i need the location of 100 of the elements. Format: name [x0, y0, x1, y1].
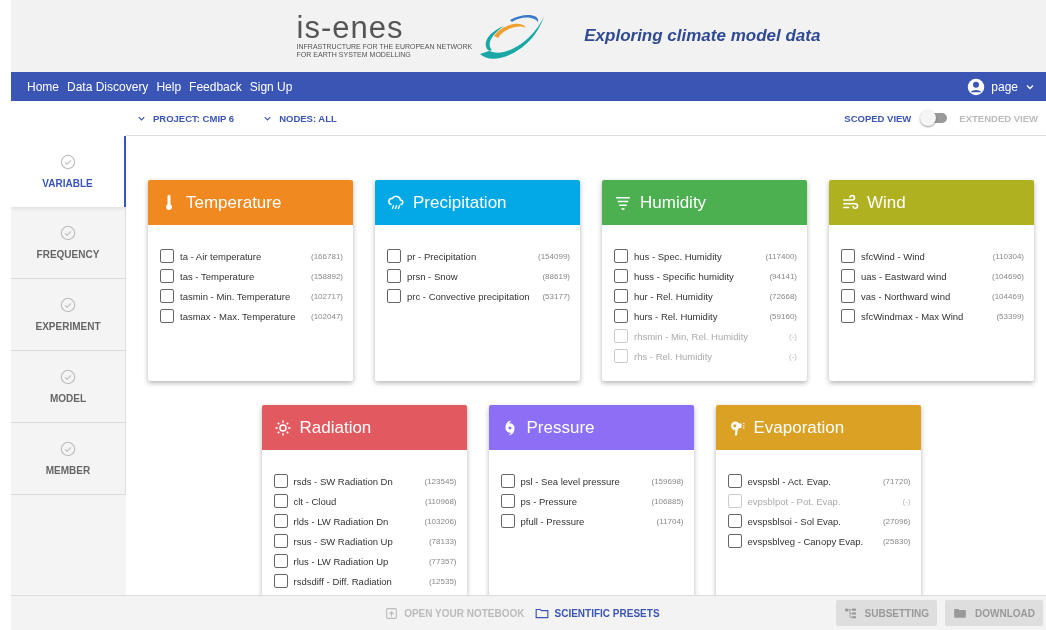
card-header: Radiation [261, 405, 467, 450]
checkbox[interactable] [387, 269, 401, 283]
checkbox[interactable] [727, 474, 742, 488]
variable-label: ta - Air temperature [180, 249, 263, 263]
step-tab[interactable]: MODEL [11, 351, 126, 423]
count-label: (102047) [310, 311, 343, 321]
folder-icon [534, 606, 549, 620]
variable-label: psl - Sea level pressure [520, 474, 621, 488]
logo-wordmark: is-enes [296, 13, 404, 43]
card-header: Wind [829, 180, 1034, 225]
nav-link[interactable]: Help [156, 79, 182, 94]
upload-box-icon [385, 606, 399, 620]
count-label: (-) [902, 496, 911, 506]
checkbox[interactable] [841, 309, 855, 323]
count-label: (102717) [310, 291, 343, 301]
checkbox[interactable] [160, 289, 174, 303]
check-circle-icon [60, 441, 76, 457]
checkbox[interactable] [273, 574, 288, 588]
variable-label: rlus - LW Radiation Up [293, 554, 390, 568]
count-label: (104696) [991, 271, 1024, 281]
tagline: Exploring climate model data [584, 26, 821, 46]
checkbox[interactable] [841, 289, 855, 303]
count-label: (53177) [542, 291, 570, 301]
footer-link[interactable]: SCIENTIFIC PRESETS [534, 606, 660, 620]
nav-link[interactable]: Home [27, 79, 59, 94]
count-label: (11704) [656, 516, 684, 526]
check-circle-icon [59, 154, 76, 170]
checkbox[interactable] [727, 514, 742, 528]
checkbox[interactable] [841, 249, 855, 263]
checkbox[interactable] [841, 269, 855, 283]
count-label: (-) [789, 351, 797, 361]
checkbox[interactable] [160, 269, 174, 283]
card-header: Precipitation [375, 180, 580, 225]
variable-label: uas - Eastward wind [861, 269, 948, 283]
variable-label: evspsbl - Act. Evap. [747, 474, 832, 488]
variable-label: hus - Spec. Humidity [634, 249, 723, 263]
filter-dropdown[interactable]: NODES: ALL [262, 112, 337, 124]
checkbox[interactable] [160, 249, 174, 263]
checkbox[interactable] [614, 289, 628, 303]
variable-label: tas - Temperature [180, 269, 256, 283]
count-label: (53399) [996, 311, 1024, 321]
variable-label: prc - Convective precipitation [407, 289, 531, 303]
variable-label: hur - Rel. Humidity [634, 289, 714, 303]
count-label: (158892) [310, 271, 343, 281]
count-label: (88619) [542, 271, 570, 281]
variable-label: rsus - SW Radiation Up [293, 534, 394, 548]
count-label: (117400) [765, 251, 797, 261]
nav-link[interactable]: Sign Up [249, 79, 293, 94]
view-label: EXTENDED VIEW [959, 112, 1038, 124]
user-menu[interactable]: page [967, 77, 1036, 96]
nav-link[interactable]: Data Discovery [67, 79, 149, 94]
variable-label: tasmax - Max. Temperature [180, 309, 297, 323]
user-avatar-icon [967, 77, 986, 96]
checkbox[interactable] [273, 514, 288, 528]
count-label: (106885) [651, 496, 684, 506]
count-label: (94141) [769, 271, 797, 281]
checkbox[interactable] [387, 289, 401, 303]
checkbox[interactable] [614, 249, 628, 263]
count-label: (78133) [428, 536, 457, 546]
view-switch[interactable] [923, 113, 948, 123]
count-label: (159698) [651, 476, 684, 486]
variable-label: rsdsdiff - Diff. Radiation [293, 574, 393, 588]
filter-dropdown[interactable]: PROJECT: CMIP 6 [136, 112, 235, 124]
checkbox[interactable] [273, 554, 288, 568]
checkbox[interactable] [160, 309, 174, 323]
card-header: Evaporation [715, 405, 921, 450]
step-tab[interactable]: MEMBER [11, 423, 126, 495]
count-label: (59160) [769, 311, 797, 321]
count-label: (166781) [310, 251, 343, 261]
checkbox[interactable] [273, 534, 288, 548]
variable-label: sfcWindmax - Max Wind [861, 309, 965, 323]
variable-label: rhs - Rel. Humidity [634, 349, 714, 363]
checkbox[interactable] [273, 474, 288, 488]
checkbox[interactable] [387, 249, 401, 263]
check-circle-icon [60, 297, 76, 313]
checkbox[interactable] [500, 494, 515, 508]
checkbox[interactable] [614, 309, 628, 323]
step-tab[interactable]: FREQUENCY [11, 207, 126, 279]
variable-label: rsds - SW Radiation Dn [293, 474, 394, 488]
step-tab[interactable]: EXPERIMENT [11, 279, 126, 351]
sun-icon [273, 418, 292, 437]
check-circle-icon [60, 225, 76, 241]
count-label: (71720) [882, 476, 911, 486]
variable-label: tasmin - Min. Temperature [180, 289, 292, 303]
variable-label: clt - Cloud [293, 494, 338, 508]
folder-icon [953, 606, 967, 620]
variable-label: prsn - Snow [407, 269, 459, 283]
variable-label: pr - Precipitation [407, 249, 478, 263]
count-label: (25830) [882, 536, 911, 546]
variable-label: sfcWind - Wind [861, 249, 926, 263]
cloud-rain-icon [387, 193, 405, 212]
checkbox[interactable] [500, 474, 515, 488]
checkbox[interactable] [727, 534, 742, 548]
checkbox[interactable] [614, 269, 628, 283]
tree-icon [843, 606, 857, 620]
checkbox[interactable] [273, 494, 288, 508]
step-tab[interactable]: VARIABLE [11, 136, 126, 207]
variable-label: hurs - Rel. Humidity [634, 309, 719, 323]
nav-link[interactable]: Feedback [189, 79, 242, 94]
checkbox[interactable] [500, 514, 515, 528]
